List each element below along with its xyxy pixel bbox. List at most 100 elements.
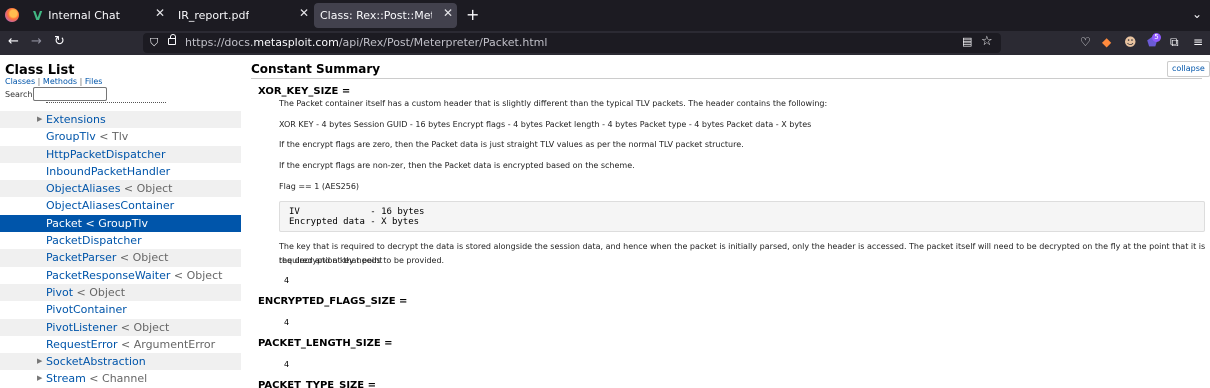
extensions-puzzle-icon[interactable]: ⧉ [1170, 35, 1179, 50]
vue-logo-icon: V [33, 8, 43, 23]
pocket-icon[interactable]: ♡ [1080, 35, 1091, 49]
superclass-label: < Object [120, 182, 173, 196]
navigation-toolbar: ← → ↻ ⛉ https://docs.metasploit.com/api/… [0, 31, 1210, 55]
reload-icon[interactable]: ↻ [54, 34, 65, 49]
sidebar-item-stream[interactable]: ▶ Stream < Channel [0, 370, 241, 387]
methods-link[interactable]: Methods [43, 77, 77, 86]
superclass-label: < Channel [85, 372, 148, 386]
tab-internal-chat[interactable]: V Internal Chat ✕ [26, 3, 169, 28]
sidebar-item-pivot[interactable]: Pivot < Object [0, 283, 241, 302]
close-tab-icon[interactable]: ✕ [443, 6, 453, 20]
url-domain: metasploit.com [253, 36, 339, 49]
sidebar-item-extensions[interactable]: ▶ Extensions [0, 111, 241, 129]
sidebar-item-pivotcontainer[interactable]: PivotContainer [0, 301, 241, 318]
superclass-label: < Tlv [95, 130, 129, 144]
tab-packet-docs[interactable]: Class: Rex::Post::Meterprete ✕ [314, 3, 457, 28]
class-name-link[interactable]: Stream [46, 372, 86, 385]
description-paragraph: Flag == 1 (AES256) [279, 182, 360, 191]
constant-name-packet-length-size: PACKET_LENGTH_SIZE = [258, 338, 393, 349]
class-name-link[interactable]: Packet [46, 217, 82, 230]
superclass-label: < GroupTlv [82, 216, 148, 230]
code-block: IV - 16 bytes Encrypted data - X bytes [279, 201, 1205, 232]
lock-icon[interactable] [168, 34, 176, 45]
sidebar-item-packetdispatcher[interactable]: PacketDispatcher [0, 232, 241, 249]
firefox-menu-icon[interactable] [5, 8, 19, 22]
class-name-link[interactable]: SocketAbstraction [46, 355, 146, 368]
files-link[interactable]: Files [85, 77, 103, 86]
sidebar-item-httppacketdispatcher[interactable]: HttpPacketDispatcher [0, 145, 241, 163]
expand-toggle-icon[interactable]: ▶ [37, 370, 42, 387]
url-text[interactable]: https://docs.metasploit.com/api/Rex/Post… [185, 36, 547, 49]
url-path: /api/Rex/Post/Meterpreter/Packet.html [338, 36, 548, 49]
expand-toggle-icon[interactable]: ▶ [37, 353, 42, 370]
class-name-link[interactable]: PacketDispatcher [46, 234, 142, 247]
class-name-link[interactable]: ObjectAliasesContainer [46, 199, 174, 212]
description-paragraph: If the encrypt flags are non-zer, then t… [279, 161, 635, 170]
close-tab-icon[interactable]: ✕ [155, 6, 165, 20]
reader-view-icon[interactable]: ▤ [962, 35, 972, 48]
url-prefix: https://docs. [185, 36, 254, 49]
superclass-label: < Object [170, 268, 223, 282]
section-divider [251, 78, 1202, 79]
tab-ir-report[interactable]: IR_report.pdf ✕ [170, 3, 313, 28]
back-arrow-icon[interactable]: ← [8, 34, 19, 49]
close-tab-icon[interactable]: ✕ [299, 6, 309, 20]
list-all-tabs-chevron-icon[interactable]: ⌄ [1192, 7, 1202, 21]
description-paragraph: XOR KEY - 4 bytes Session GUID - 16 byte… [279, 120, 812, 129]
code-text: IV - 16 bytes Encrypted data - X bytes [289, 207, 425, 227]
link-separator: | [35, 77, 43, 86]
collapse-button[interactable]: collapse [1167, 61, 1210, 77]
class-name-link[interactable]: InboundPacketHandler [46, 165, 170, 178]
sidebar-item-objectaliases[interactable]: ObjectAliases < Object [0, 180, 241, 198]
link-separator: | [77, 77, 85, 86]
sidebar-item-requesterror[interactable]: RequestError < ArgumentError [0, 336, 241, 353]
tab-title: Class: Rex::Post::Meterprete [320, 9, 432, 22]
new-tab-plus-icon[interactable]: + [466, 5, 479, 24]
bookmark-star-icon[interactable]: ☆ [981, 34, 993, 49]
main-content: Constant Summary collapse XOR_KEY_SIZE =… [241, 55, 1210, 388]
class-name-link[interactable]: HttpPacketDispatcher [46, 148, 165, 161]
hamburger-menu-icon[interactable]: ≡ [1193, 35, 1203, 49]
constant-name-encrypted-flags-size: ENCRYPTED_FLAGS_SIZE = [258, 296, 408, 307]
tab-title: Internal Chat [48, 9, 120, 22]
sidebar-item-grouptlv[interactable]: GroupTlv < Tlv [0, 128, 241, 145]
constant-value: 4 [284, 318, 290, 327]
tracking-protection-shield-icon[interactable]: ⛉ [150, 36, 158, 50]
classes-link[interactable]: Classes [5, 77, 35, 86]
sidebar-item-objectaliasescontainer[interactable]: ObjectAliasesContainer [0, 197, 241, 214]
browser-tab-bar: V Internal Chat ✕ IR_report.pdf ✕ Class:… [0, 0, 1210, 31]
sidebar-nav-links: Classes | Methods | Files [5, 77, 102, 86]
constant-value: 4 [284, 360, 290, 369]
list-divider [46, 102, 166, 106]
class-list: ▶ Extensions GroupTlv < Tlv HttpPacketDispa… [0, 111, 241, 388]
sidebar-item-inboundpackethandler[interactable]: InboundPacketHandler [0, 163, 241, 180]
class-name-link[interactable]: PivotContainer [46, 303, 127, 316]
superclass-label: < Object [73, 285, 126, 299]
sidebar-item-packetresponsewaiter[interactable]: PacketResponseWaiter < Object [0, 267, 241, 284]
extension-badge: 5 [1152, 33, 1161, 42]
sidebar-title: Class List [5, 63, 75, 78]
class-name-link[interactable]: RequestError [46, 338, 118, 351]
class-name-link[interactable]: PivotListener [46, 321, 117, 334]
tab-title: IR_report.pdf [178, 9, 250, 22]
sidebar-item-packet[interactable]: Packet < GroupTlv [0, 214, 241, 233]
address-bar[interactable]: ⛉ https://docs.metasploit.com/api/Rex/Po… [143, 33, 1001, 53]
superclass-label: < Object [116, 251, 169, 265]
section-title: Constant Summary [251, 62, 381, 76]
class-name-link[interactable]: Pivot [46, 286, 73, 299]
sidebar-item-socketabstraction[interactable]: ▶ SocketAbstraction [0, 353, 241, 371]
class-name-link[interactable]: PacketResponseWaiter [46, 269, 170, 282]
class-name-link[interactable]: ObjectAliases [46, 182, 120, 195]
description-paragraph: If the encrypt flags are zero, then the … [279, 140, 744, 149]
class-name-link[interactable]: GroupTlv [46, 130, 96, 143]
sidebar-item-packetparser[interactable]: PacketParser < Object [0, 249, 241, 267]
forward-arrow-icon[interactable]: → [31, 34, 42, 49]
expand-toggle-icon[interactable]: ▶ [37, 111, 42, 128]
sidebar-item-pivotlistener[interactable]: PivotListener < Object [0, 318, 241, 336]
foxyproxy-fox-icon[interactable]: ◆ [1102, 35, 1111, 49]
extension-face-icon[interactable]: ☻ [1124, 35, 1137, 49]
class-name-link[interactable]: Extensions [46, 113, 106, 126]
search-input[interactable] [33, 87, 107, 101]
class-name-link[interactable]: PacketParser [46, 251, 116, 264]
superclass-label: < Object [117, 320, 170, 334]
